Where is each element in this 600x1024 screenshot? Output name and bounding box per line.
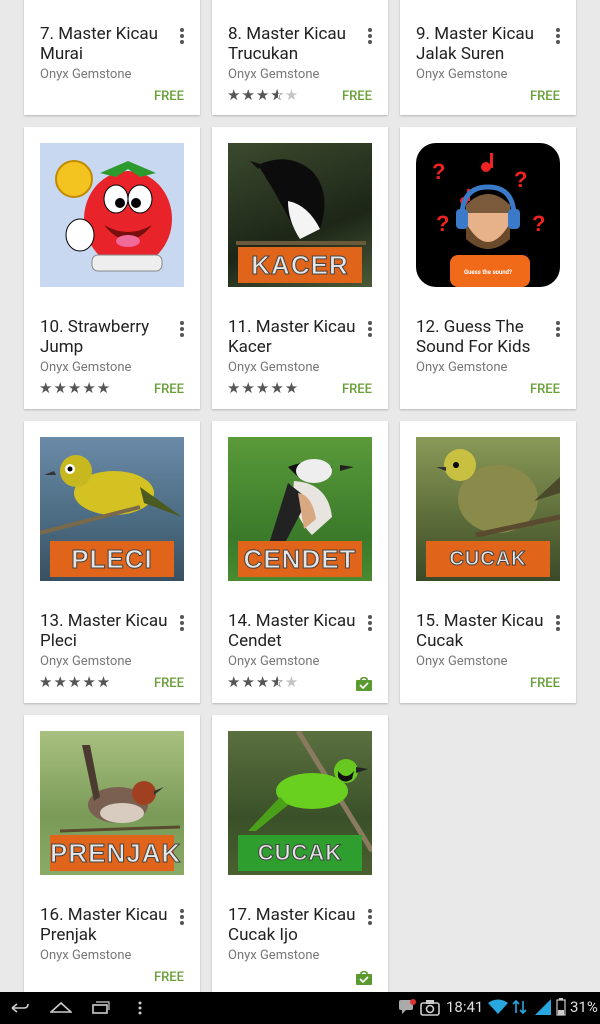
app-card[interactable]: CENDET 14. Master Kicau Cendet Onyx Gems… — [212, 421, 388, 703]
overflow-menu-icon[interactable] — [552, 26, 564, 46]
app-title: 16. Master Kicau Prenjak — [40, 905, 168, 945]
app-icon-pleci: PLECI — [40, 437, 184, 581]
overflow-menu-icon[interactable] — [364, 907, 376, 927]
svg-text:?: ? — [532, 211, 545, 236]
app-icon-prenjak: PRENJAK — [40, 731, 184, 875]
overflow-menu-icon[interactable] — [176, 26, 188, 46]
banner-label: CENDET — [238, 541, 362, 577]
data-transfer-icon — [512, 999, 527, 1015]
home-icon[interactable] — [50, 1000, 72, 1016]
svg-text:?: ? — [514, 167, 527, 192]
app-icon-strawberry-jump — [40, 143, 184, 287]
price-label: FREE — [341, 89, 372, 104]
developer-name: Onyx Gemstone — [416, 654, 508, 669]
developer-name: Onyx Gemstone — [228, 948, 320, 963]
developer-name: Onyx Gemstone — [40, 67, 132, 82]
battery-percentage: 31% — [570, 998, 598, 1016]
app-card[interactable]: 8. Master Kicau Trucukan Onyx Gemstone ★… — [212, 0, 388, 115]
app-icon-guess-the-sound: ???? Guess the sound? — [416, 143, 560, 287]
overflow-menu-icon[interactable] — [364, 26, 376, 46]
app-card[interactable]: 7. Master Kicau Murai Onyx Gemstone FREE — [24, 0, 200, 115]
developer-name: Onyx Gemstone — [40, 948, 132, 963]
price-label: FREE — [529, 676, 560, 691]
thumbnail-caption: Guess the sound? — [463, 269, 513, 276]
app-title: 13. Master Kicau Pleci — [40, 611, 168, 651]
overflow-menu-icon[interactable] — [176, 907, 188, 927]
developer-name: Onyx Gemstone — [228, 654, 320, 669]
developer-name: Onyx Gemstone — [40, 654, 132, 669]
rating-stars: ★★★☆★★ — [227, 86, 300, 104]
app-title: 8. Master Kicau Trucukan — [228, 24, 346, 64]
back-icon[interactable] — [10, 1000, 30, 1016]
app-title: 15. Master Kicau Cucak — [416, 611, 544, 651]
system-navigation-bar: 18:41 31% — [0, 992, 600, 1024]
overflow-menu-icon[interactable] — [364, 613, 376, 633]
overflow-menu-icon[interactable] — [176, 613, 188, 633]
developer-name: Onyx Gemstone — [416, 360, 508, 375]
banner-label: CUCAK ROWO — [426, 541, 550, 577]
rating-stars: ★★★★★ — [39, 379, 112, 397]
overflow-menu-icon[interactable] — [176, 319, 188, 339]
app-title: 17. Master Kicau Cucak Ijo — [228, 905, 356, 945]
app-icon-cucak-ijo: CUCAK IJO — [228, 731, 372, 875]
installed-bag-icon — [356, 677, 372, 691]
recent-apps-icon[interactable] — [90, 1000, 110, 1016]
app-card[interactable]: 9. Master Kicau Jalak Suren Onyx Gemston… — [400, 0, 576, 115]
banner-label: CUCAK IJO — [238, 835, 362, 871]
app-card[interactable]: PLECI 13. Master Kicau Pleci Onyx Gemsto… — [24, 421, 200, 703]
wifi-icon — [488, 999, 508, 1014]
developer-name: Onyx Gemstone — [416, 67, 508, 82]
app-title: 9. Master Kicau Jalak Suren — [416, 24, 534, 64]
app-card[interactable]: ???? Guess the sound? 12. Guess The Soun… — [400, 127, 576, 409]
battery-icon — [556, 998, 566, 1016]
banner-label: PLECI — [50, 541, 174, 577]
svg-text:?: ? — [432, 159, 445, 184]
overflow-menu-icon[interactable] — [552, 613, 564, 633]
developer-name: Onyx Gemstone — [40, 360, 132, 375]
app-title: 12. Guess The Sound For Kids — [416, 317, 531, 357]
app-card[interactable]: KACER 11. Master Kicau Kacer Onyx Gemsto… — [212, 127, 388, 409]
svg-text:?: ? — [436, 211, 449, 236]
app-title: 10. Strawberry Jump — [40, 317, 150, 357]
app-title: 7. Master Kicau Murai — [40, 24, 158, 64]
developer-name: Onyx Gemstone — [228, 360, 320, 375]
overflow-menu-icon[interactable] — [364, 319, 376, 339]
price-label: FREE — [153, 382, 184, 397]
app-title: 14. Master Kicau Cendet — [228, 611, 356, 651]
banner-label: PRENJAK — [50, 835, 181, 871]
price-label: FREE — [153, 970, 184, 985]
app-icon-kacer: KACER — [228, 143, 372, 287]
app-title: 11. Master Kicau Kacer — [228, 317, 356, 357]
price-label: FREE — [153, 676, 184, 691]
camera-notification-icon — [420, 1000, 440, 1016]
chat-notification-icon — [399, 999, 416, 1014]
rating-stars: ★★★☆★★ — [227, 673, 300, 691]
overflow-menu-icon[interactable] — [552, 319, 564, 339]
menu-dots-icon[interactable] — [136, 1000, 144, 1016]
app-icon-cendet: CENDET — [228, 437, 372, 581]
app-card[interactable]: PRENJAK 16. Master Kicau Prenjak Onyx Ge… — [24, 715, 200, 997]
price-label: FREE — [341, 382, 372, 397]
app-card[interactable]: CUCAK IJO 17. Master Kicau Cucak Ijo Ony… — [212, 715, 388, 997]
app-icon-cucak-rowo: CUCAK ROWO — [416, 437, 560, 581]
app-card[interactable]: 10. Strawberry Jump Onyx Gemstone ★★★★★ … — [24, 127, 200, 409]
app-card[interactable]: CUCAK ROWO 15. Master Kicau Cucak Onyx G… — [400, 421, 576, 703]
developer-name: Onyx Gemstone — [228, 67, 320, 82]
signal-icon — [535, 999, 551, 1015]
price-label: FREE — [529, 89, 560, 104]
price-label: FREE — [529, 382, 560, 397]
price-label: FREE — [153, 89, 184, 104]
status-clock: 18:41 — [446, 998, 484, 1016]
banner-label: KACER — [238, 247, 362, 283]
rating-stars: ★★★★★ — [227, 379, 300, 397]
rating-stars: ★★★★★ — [39, 673, 112, 691]
installed-bag-icon — [356, 971, 372, 985]
